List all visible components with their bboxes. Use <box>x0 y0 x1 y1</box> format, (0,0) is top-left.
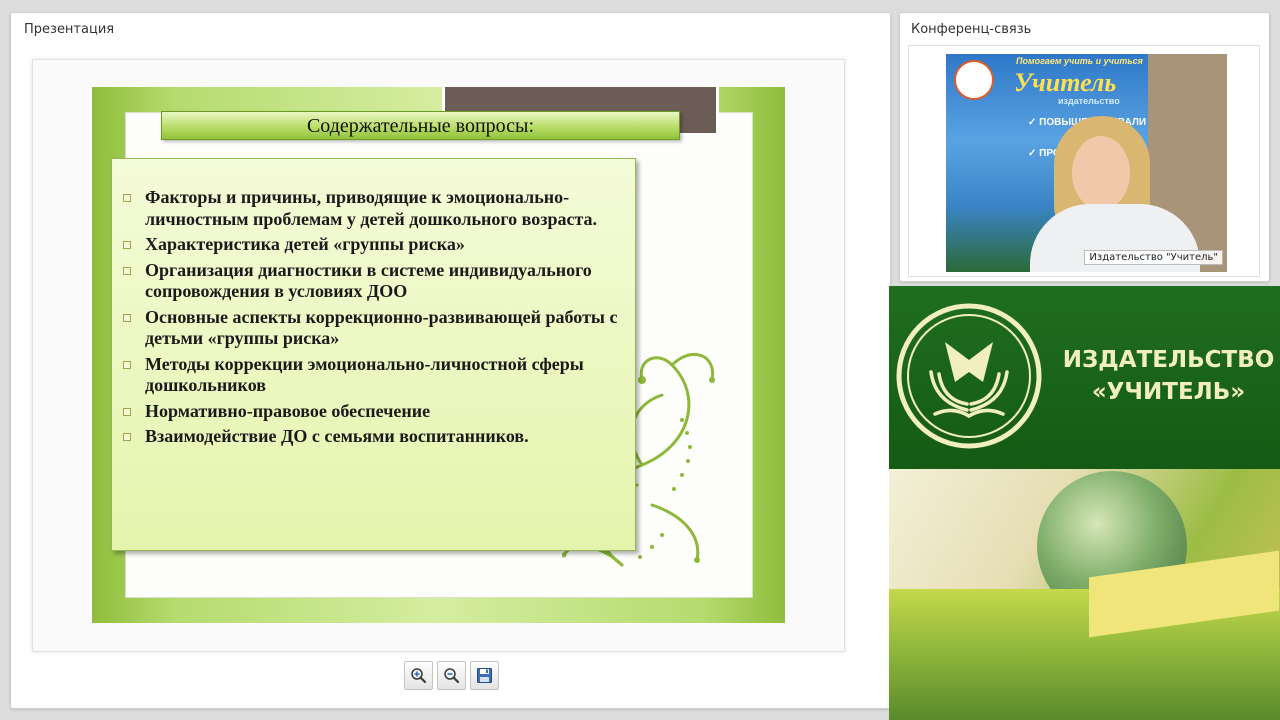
save-icon <box>477 668 492 683</box>
slide-bullet-item: Взаимодействие ДО с семьями воспитаннико… <box>119 426 624 448</box>
save-button[interactable] <box>470 661 499 690</box>
presentation-panel: Презентация Содержательные вопросы: Факт… <box>10 12 891 709</box>
slide-title-bar: Содержательные вопросы: <box>161 111 680 140</box>
slide-bullet-item: Характеристика детей «группы риска» <box>119 234 624 256</box>
slide-bullet-item: Методы коррекции эмоционально-личностной… <box>119 354 624 397</box>
slide-content-box: Факторы и причины, приводящие к эмоциона… <box>111 158 636 551</box>
books-globe-image <box>889 469 1280 720</box>
video-feed[interactable]: Помогаем учить и учиться Учитель издател… <box>946 54 1227 272</box>
zoom-in-icon <box>411 668 427 684</box>
video-participant-label: Издательство "Учитель" <box>1084 250 1223 265</box>
banner-tagline: Помогаем учить и учиться <box>1016 56 1143 66</box>
presentation-panel-title: Презентация <box>24 22 115 37</box>
zoom-out-icon <box>444 668 460 684</box>
slide-bullet-item: Факторы и причины, приводящие к эмоциона… <box>119 187 624 230</box>
video-frame: Помогаем учить и учиться Учитель издател… <box>908 45 1260 277</box>
publisher-brand-panel: ИЗДАТЕЛЬСТВО «УЧИТЕЛЬ» <box>889 286 1280 469</box>
slide-bullet-list: Факторы и причины, приводящие к эмоциона… <box>119 187 624 452</box>
zoom-out-button[interactable] <box>437 661 466 690</box>
banner-brand: Учитель <box>1014 68 1117 97</box>
slide-heading: Содержательные вопросы: <box>306 115 535 137</box>
slide-bullet-item: Основные аспекты коррекционно-развивающе… <box>119 307 624 350</box>
conference-panel-title: Конференц-связь <box>911 22 1032 37</box>
banner-subtitle: издательство <box>1058 96 1120 106</box>
presenter-face <box>1072 136 1130 210</box>
publisher-logo-icon <box>896 303 1042 449</box>
slide-bullet-item: Нормативно-правовое обеспечение <box>119 401 624 423</box>
publisher-brand-line-2: «УЧИТЕЛЬ» <box>1091 379 1246 405</box>
conference-panel: Конференц-связь Помогаем учить и учиться… <box>899 12 1270 282</box>
publisher-brand-line-1: ИЗДАТЕЛЬСТВО <box>1062 347 1275 373</box>
slide-viewport: Содержательные вопросы: Факторы и причин… <box>32 59 845 652</box>
publisher-brand-text: ИЗДАТЕЛЬСТВО «УЧИТЕЛЬ» <box>1057 344 1280 408</box>
banner-logo-circle <box>954 60 994 100</box>
presentation-toolbar <box>404 661 499 691</box>
slide-bullet-item: Организация диагностики в системе индиви… <box>119 260 624 303</box>
slide: Содержательные вопросы: Факторы и причин… <box>92 87 785 623</box>
zoom-in-button[interactable] <box>404 661 433 690</box>
